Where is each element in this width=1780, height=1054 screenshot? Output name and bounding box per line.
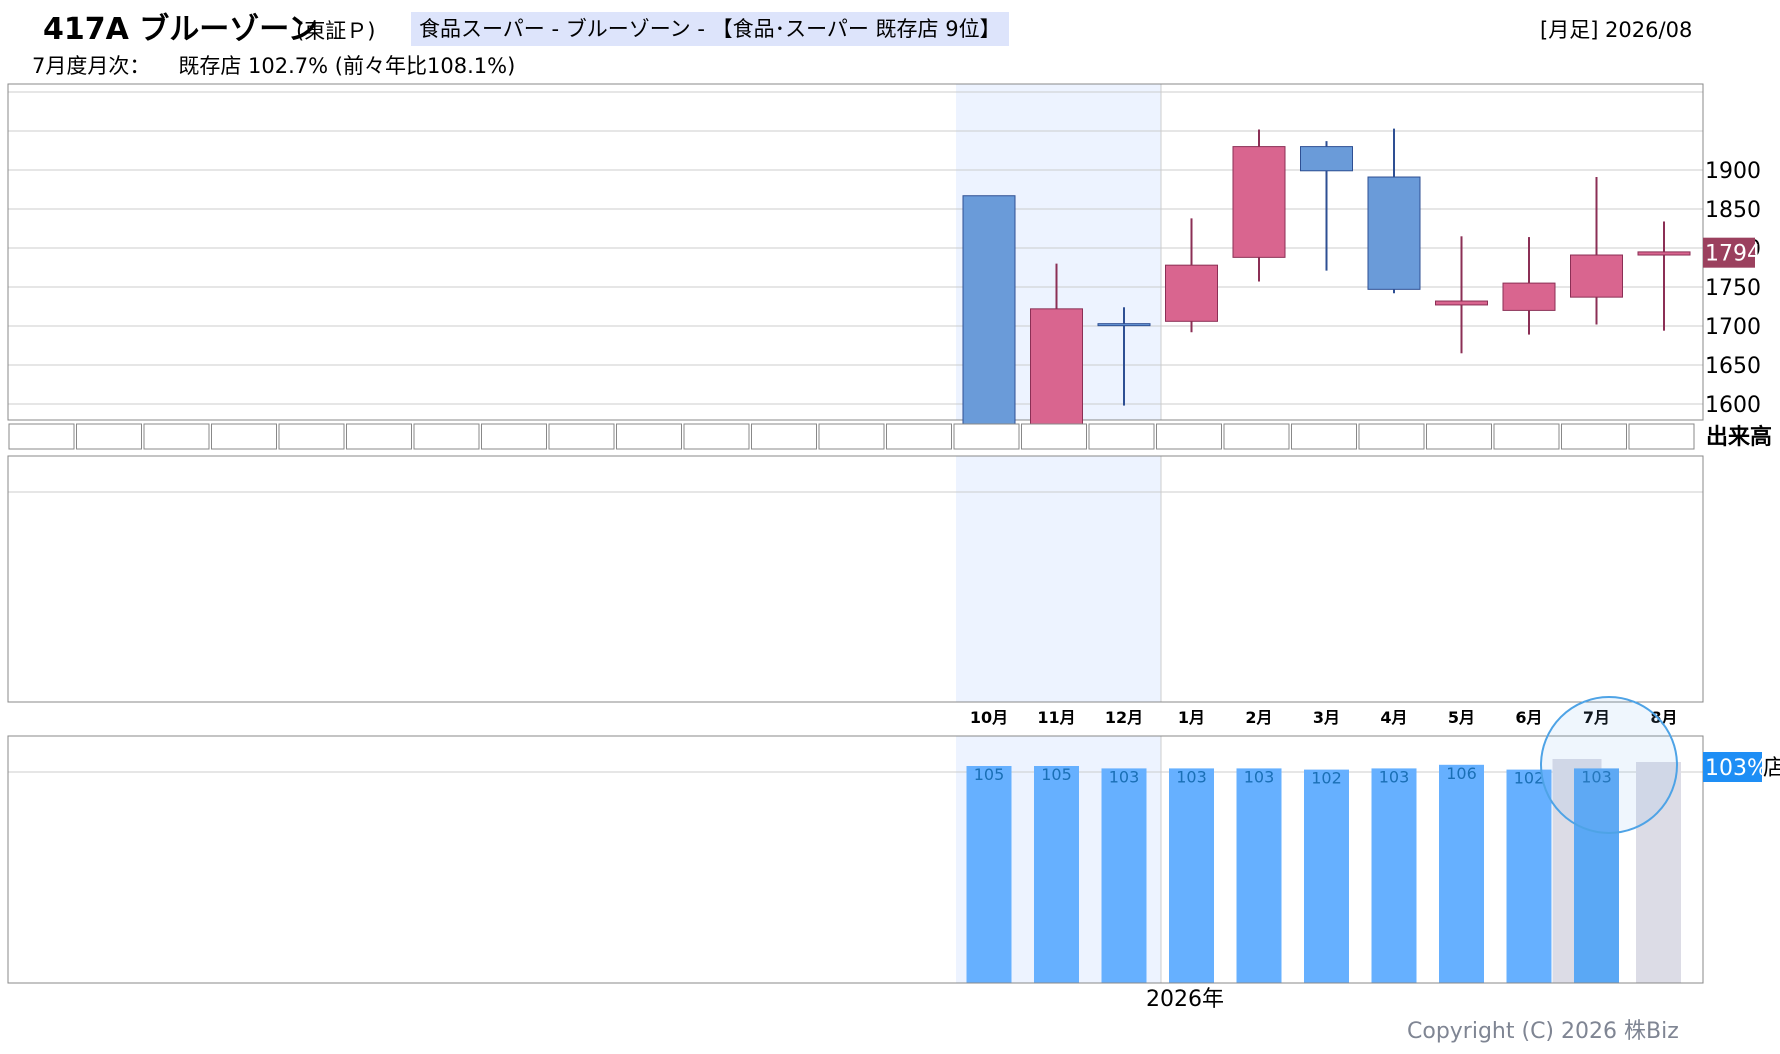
volume-cell: [1561, 423, 1627, 450]
month-label: 6月: [1515, 708, 1542, 727]
month-label: 11月: [1037, 708, 1075, 727]
volume-cell: [211, 423, 277, 450]
pct-badge-suffix: 店: [1763, 756, 1780, 781]
month-label: 3月: [1313, 708, 1340, 727]
volume-cell: [1493, 423, 1560, 450]
pct-bar: [1506, 769, 1552, 983]
candle-body: [1570, 254, 1623, 298]
month-label: 1月: [1178, 708, 1205, 727]
volume-cell: [8, 423, 75, 450]
pct-bar-label: 105: [1041, 765, 1072, 784]
pct-bar-label: 102: [1311, 769, 1342, 788]
price-tick-label: 1850: [1705, 198, 1761, 223]
pct-bar-label: 103: [1176, 767, 1207, 786]
copyright-text: Copyright (C) 2026 株Biz: [1407, 1019, 1679, 1044]
candle-body: [1232, 146, 1286, 258]
price-tick-label: 1750: [1705, 276, 1761, 301]
price-panel-frame: [7, 83, 1704, 421]
candle-body: [1165, 264, 1218, 322]
volume-cell: [278, 423, 345, 450]
volume-cell: [886, 423, 952, 450]
pct-bar-label: 106: [1446, 764, 1477, 783]
pct-badge-value: 103%: [1705, 756, 1768, 781]
pct-bar: [1169, 768, 1214, 983]
volume-cell: [1156, 423, 1222, 450]
candle-body: [1300, 146, 1353, 172]
month-label: 12月: [1105, 708, 1143, 727]
stock-chart: 16001650170017501900185019001794出来高10月11…: [7, 83, 1780, 984]
pct-bar-label: 102: [1514, 769, 1545, 788]
candle-body: [1502, 282, 1556, 311]
volume-cell: [953, 423, 1020, 450]
volume-cell: [818, 423, 885, 450]
volume-cell: [346, 423, 412, 450]
pct-bar: [1101, 768, 1147, 983]
volume-cell: [481, 423, 547, 450]
pct-bar-label: 103: [1244, 767, 1275, 786]
pct-bar: [1439, 764, 1484, 983]
pct-bar-label: 103: [1379, 767, 1410, 786]
volume-label: 出来高: [1706, 424, 1772, 450]
candle-body: [1637, 251, 1691, 256]
price-tick-label: 1600: [1705, 393, 1761, 418]
pct-bar: [1371, 768, 1417, 983]
volume-cell: [616, 423, 682, 450]
volume-cell: [1358, 423, 1425, 450]
candle-body: [1097, 323, 1151, 327]
volume-cell: [1021, 423, 1087, 450]
volume-cell: [751, 423, 817, 450]
month-label: 5月: [1448, 708, 1475, 727]
selection-circle: [1540, 696, 1678, 834]
pct-bar: [1236, 768, 1282, 983]
volume-cell: [1291, 423, 1357, 450]
prev-year-shade-volume: [956, 456, 1161, 702]
pct-bar-label: 105: [974, 765, 1005, 784]
volume-cell: [1628, 423, 1695, 450]
volume-cell: [143, 423, 210, 450]
volume-cell: [548, 423, 615, 450]
candle-body: [1030, 308, 1083, 434]
volume-cell: [1088, 423, 1155, 450]
volume-cell: [76, 423, 142, 450]
month-label: 2月: [1245, 708, 1272, 727]
month-label: 10月: [970, 708, 1008, 727]
pct-bar: [1034, 766, 1079, 983]
candle-body: [962, 195, 1016, 428]
volume-cell: [683, 423, 750, 450]
last-price-value: 1794: [1705, 242, 1761, 267]
price-tick-label: 1650: [1705, 354, 1761, 379]
volume-cell: [413, 423, 480, 450]
candle-body: [1435, 300, 1488, 306]
volume-panel-frame: [7, 455, 1704, 703]
volume-cell: [1223, 423, 1290, 450]
volume-cell: [1426, 423, 1492, 450]
candle-body: [1367, 176, 1421, 290]
pct-bar: [1304, 769, 1349, 983]
year-label: 2026年: [1146, 987, 1224, 1012]
month-label: 4月: [1380, 708, 1407, 727]
pct-bar-label: 103: [1109, 767, 1140, 786]
price-tick-label: 1900: [1705, 159, 1761, 184]
price-tick-label: 1700: [1705, 315, 1761, 340]
pct-bar: [966, 766, 1012, 983]
